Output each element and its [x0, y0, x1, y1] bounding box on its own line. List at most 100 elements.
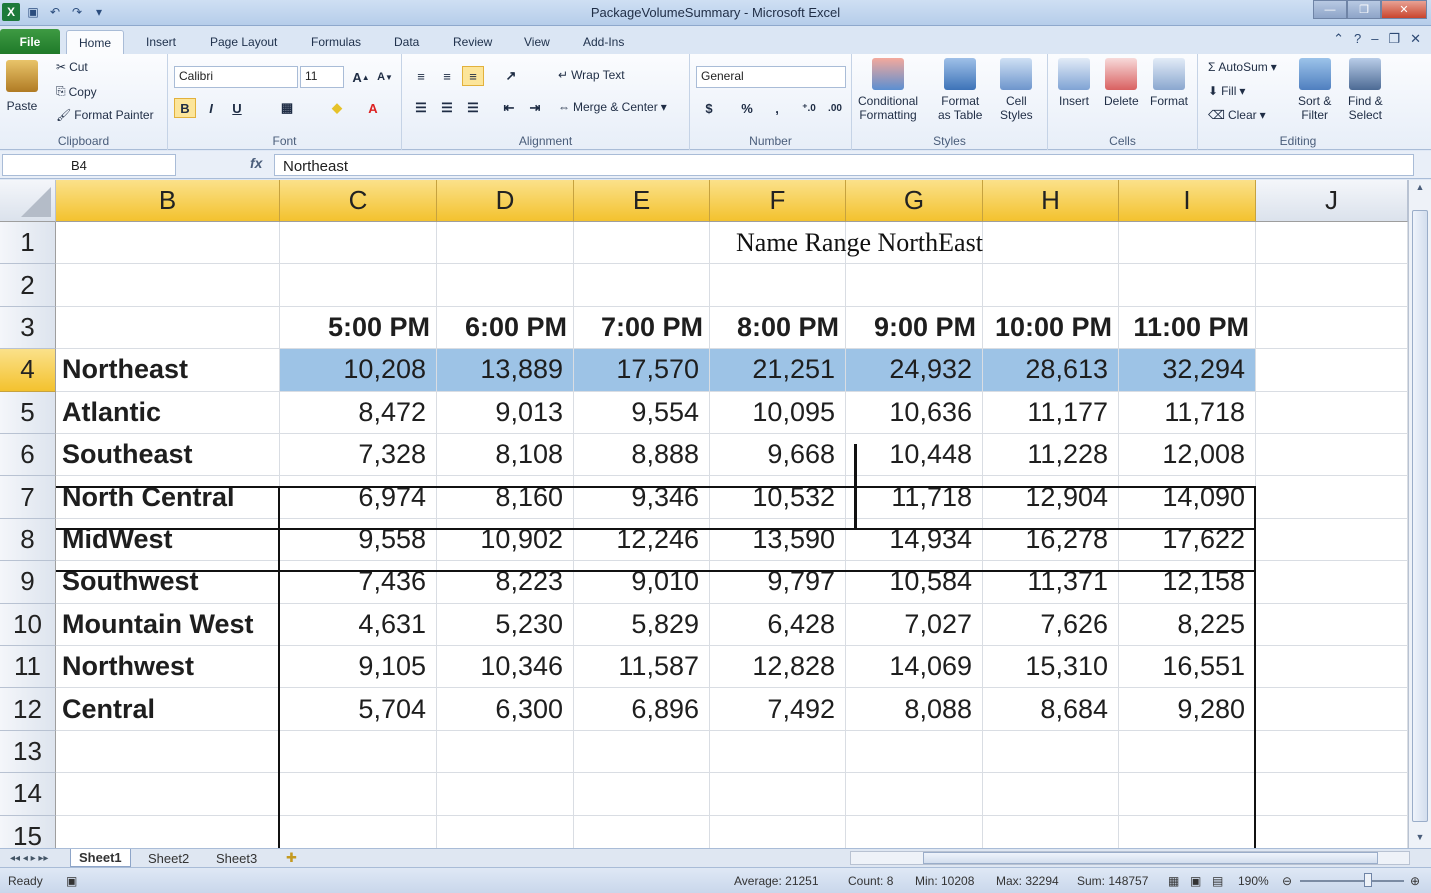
grid-cell[interactable]	[56, 306, 280, 350]
value-cell[interactable]: 10,208	[280, 349, 437, 392]
value-cell[interactable]: 13,889	[437, 349, 574, 392]
align-bottom-icon[interactable]: ≡	[462, 66, 484, 86]
grid-cell[interactable]	[56, 773, 280, 816]
grid-cell[interactable]	[1256, 646, 1408, 689]
paste-button[interactable]: Paste	[6, 60, 38, 113]
value-cell[interactable]: 10,448	[846, 434, 983, 477]
grid-cell[interactable]	[437, 730, 574, 774]
column-header-j[interactable]: J	[1256, 180, 1408, 222]
value-cell[interactable]: 12,904	[983, 476, 1119, 519]
value-cell[interactable]: 12,158	[1119, 561, 1256, 604]
column-header-h[interactable]: H	[983, 180, 1119, 222]
comma-button[interactable]: ,	[766, 98, 788, 118]
value-cell[interactable]: 9,797	[710, 561, 846, 604]
row-header-8[interactable]: 8	[0, 518, 56, 562]
column-header-i[interactable]: I	[1119, 180, 1256, 222]
grid-cell[interactable]	[710, 773, 846, 816]
grid-cell[interactable]	[846, 773, 983, 816]
find-select-button[interactable]: Find & Select	[1348, 58, 1383, 122]
vertical-scroll-thumb[interactable]	[1412, 210, 1428, 822]
format-cells-button[interactable]: Format	[1150, 58, 1188, 108]
grid-cell[interactable]	[56, 222, 280, 265]
region-label-cell[interactable]: Central	[56, 688, 280, 731]
tab-page-layout[interactable]: Page Layout	[198, 30, 289, 54]
region-label-cell[interactable]: MidWest	[56, 518, 280, 562]
value-cell[interactable]: 7,328	[280, 434, 437, 477]
grid-cell[interactable]	[280, 222, 437, 265]
zoom-slider-thumb[interactable]	[1364, 873, 1372, 887]
value-cell[interactable]: 4,631	[280, 603, 437, 646]
grid-cell[interactable]	[56, 815, 280, 848]
value-cell[interactable]: 11,587	[574, 646, 710, 689]
number-format-select[interactable]: General	[696, 66, 846, 88]
value-cell[interactable]: 28,613	[983, 349, 1119, 392]
tab-add-ins[interactable]: Add-Ins	[571, 30, 636, 54]
grid-cell[interactable]	[710, 264, 846, 307]
value-cell[interactable]: 11,718	[846, 476, 983, 519]
value-cell[interactable]: 14,069	[846, 646, 983, 689]
grid-cell[interactable]	[983, 222, 1119, 265]
row-header-6[interactable]: 6	[0, 434, 56, 477]
value-cell[interactable]: 7,027	[846, 603, 983, 646]
time-header-cell[interactable]: 8:00 PM	[710, 306, 846, 350]
grid-cell[interactable]	[280, 730, 437, 774]
grid-cell[interactable]	[1256, 561, 1408, 604]
value-cell[interactable]: 8,472	[280, 391, 437, 434]
scroll-down-icon[interactable]: ▼	[1412, 832, 1428, 846]
grid-cell[interactable]	[280, 773, 437, 816]
grid-cell[interactable]	[846, 815, 983, 848]
column-header-b[interactable]: B	[56, 180, 280, 222]
value-cell[interactable]: 9,346	[574, 476, 710, 519]
value-cell[interactable]: 12,008	[1119, 434, 1256, 477]
time-header-cell[interactable]: 11:00 PM	[1119, 306, 1256, 350]
grid-cell[interactable]	[1256, 306, 1408, 350]
sheet-nav-icon[interactable]: ◂◂ ◂ ▸ ▸▸	[2, 849, 56, 867]
grid-cell[interactable]	[1256, 773, 1408, 816]
time-header-cell[interactable]: 6:00 PM	[437, 306, 574, 350]
align-center-icon[interactable]: ☰	[436, 98, 458, 118]
value-cell[interactable]: 10,095	[710, 391, 846, 434]
grid-cell[interactable]	[983, 730, 1119, 774]
currency-button[interactable]: $	[698, 98, 720, 118]
row-header-10[interactable]: 10	[0, 603, 56, 646]
grid-cell[interactable]	[846, 730, 983, 774]
time-header-cell[interactable]: 5:00 PM	[280, 306, 437, 350]
value-cell[interactable]: 10,346	[437, 646, 574, 689]
grid-cell[interactable]	[1256, 222, 1408, 265]
sheet-tab-sheet3[interactable]: Sheet3	[208, 849, 265, 867]
value-cell[interactable]: 7,436	[280, 561, 437, 604]
value-cell[interactable]: 9,105	[280, 646, 437, 689]
value-cell[interactable]: 14,934	[846, 518, 983, 562]
value-cell[interactable]: 32,294	[1119, 349, 1256, 392]
value-cell[interactable]: 6,896	[574, 688, 710, 731]
value-cell[interactable]: 10,902	[437, 518, 574, 562]
grid-cell[interactable]	[1256, 815, 1408, 848]
copy-button[interactable]: ⎘ Copy	[56, 84, 97, 99]
autosum-button[interactable]: Σ AutoSum ▾	[1208, 60, 1277, 74]
column-header-d[interactable]: D	[437, 180, 574, 222]
value-cell[interactable]: 11,371	[983, 561, 1119, 604]
normal-view-icon[interactable]: ▦	[1168, 874, 1179, 888]
page-layout-view-icon[interactable]: ▣	[1190, 874, 1201, 888]
format-as-table-button[interactable]: Format as Table	[938, 58, 982, 122]
value-cell[interactable]: 9,668	[710, 434, 846, 477]
value-cell[interactable]: 17,622	[1119, 518, 1256, 562]
sheet-tab-sheet1[interactable]: Sheet1	[70, 849, 131, 867]
region-label-cell[interactable]: Southeast	[56, 434, 280, 477]
value-cell[interactable]: 9,010	[574, 561, 710, 604]
align-left-icon[interactable]: ☰	[410, 98, 432, 118]
zoom-level[interactable]: 190%	[1238, 874, 1269, 888]
grid-cell[interactable]	[437, 815, 574, 848]
grid-cell[interactable]	[1256, 349, 1408, 392]
scroll-up-icon[interactable]: ▲	[1412, 182, 1428, 196]
font-name-select[interactable]: Calibri	[174, 66, 298, 88]
row-header-14[interactable]: 14	[0, 773, 56, 816]
bold-button[interactable]: B	[174, 98, 196, 118]
value-cell[interactable]: 14,090	[1119, 476, 1256, 519]
row-header-5[interactable]: 5	[0, 391, 56, 434]
grid-cell[interactable]	[1256, 391, 1408, 434]
value-cell[interactable]: 11,228	[983, 434, 1119, 477]
sheet-title-cell[interactable]: Name Range NorthEast	[736, 222, 983, 264]
align-top-icon[interactable]: ≡	[410, 66, 432, 86]
value-cell[interactable]: 9,013	[437, 391, 574, 434]
